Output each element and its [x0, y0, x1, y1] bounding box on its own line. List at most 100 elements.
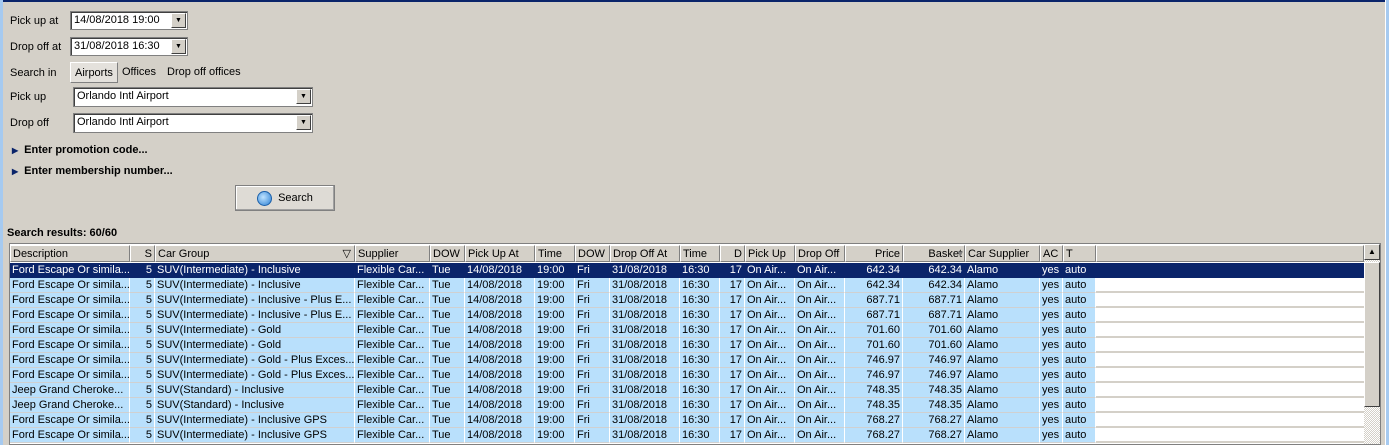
column-header-description[interactable]: Description [10, 245, 130, 262]
cell-pick-up: On Air... [745, 323, 795, 338]
cell-time: 16:30 [680, 398, 720, 413]
table-row[interactable]: Ford Escape Or simila... 5 SUV(Intermediat… [10, 428, 1364, 443]
column-header-dow[interactable]: DOW [430, 245, 465, 262]
cell-pick-up: On Air... [745, 338, 795, 353]
table-row[interactable]: Ford Escape Or simila... 5 SUV(Intermediat… [10, 413, 1364, 428]
row-filler [1096, 278, 1364, 293]
cell-transmission: auto [1063, 383, 1096, 398]
cell-dow: Tue [430, 308, 465, 323]
cell-drop-off-at: 31/08/2018 [610, 323, 680, 338]
column-header-days[interactable]: D [720, 245, 745, 262]
table-row[interactable]: Ford Escape Or simila... 5 SUV(Intermediat… [10, 353, 1364, 368]
cell-basket: 701.60 [903, 323, 965, 338]
cell-drop-off: On Air... [795, 398, 845, 413]
cell-car-group: SUV(Intermediate) - Inclusive GPS [155, 413, 355, 428]
column-header-pick-up-at[interactable]: Pick Up At [465, 245, 535, 262]
cell-car-group: SUV(Intermediate) - Gold - Plus Exces... [155, 353, 355, 368]
cell-ac: yes [1040, 413, 1063, 428]
column-header-pick-up[interactable]: Pick Up [745, 245, 795, 262]
dropoff-location-select[interactable]: Orlando Intl Airport ▼ [73, 113, 313, 133]
table-row[interactable]: Ford Escape Or simila... 5 SUV(Intermediat… [10, 263, 1364, 278]
pickup-location-value: Orlando Intl Airport [77, 90, 169, 102]
cell-drop-off: On Air... [795, 278, 845, 293]
dropoff-at-field[interactable]: 31/08/2018 16:30 ▼ [70, 37, 188, 56]
chevron-down-icon[interactable]: ▼ [171, 39, 186, 54]
table-row[interactable]: Jeep Grand Cheroke... 5 SUV(Standard) - In… [10, 383, 1364, 398]
column-header-transmission[interactable]: T [1063, 245, 1096, 262]
column-header-price[interactable]: Price [845, 245, 903, 262]
cell-dow: Fri [575, 338, 610, 353]
tab-drop-off-offices[interactable]: Drop off offices [163, 62, 245, 83]
chevron-down-icon[interactable]: ▼ [171, 13, 186, 28]
column-header-label: Time [683, 248, 708, 260]
cell-description: Ford Escape Or simila... [10, 293, 130, 308]
cell-drop-off: On Air... [795, 383, 845, 398]
column-header-dow[interactable]: DOW [575, 245, 610, 262]
column-header-car-group[interactable]: Car Group ▽ [155, 245, 355, 262]
cell-price: 642.34 [845, 263, 903, 278]
cell-supplier: Flexible Car... [355, 263, 430, 278]
window-left-border [0, 0, 3, 445]
cell-seats: 5 [130, 338, 155, 353]
cell-time: 16:30 [680, 338, 720, 353]
cell-price: 768.27 [845, 413, 903, 428]
cell-car-supplier: Alamo [965, 323, 1040, 338]
cell-pick-up-at: 14/08/2018 [465, 413, 535, 428]
cell-basket: 748.35 [903, 383, 965, 398]
scroll-up-icon[interactable]: ▲ [1364, 244, 1380, 260]
cell-basket: 768.27 [903, 428, 965, 443]
column-header-ac[interactable]: AC [1040, 245, 1063, 262]
scrollbar-thumb[interactable] [1364, 262, 1380, 407]
vertical-scrollbar[interactable]: ▲ [1364, 244, 1380, 444]
chevron-down-icon[interactable]: ▼ [296, 89, 311, 104]
promotion-code-expander[interactable]: ▶ Enter promotion code... [12, 144, 148, 156]
column-header-supplier[interactable]: Supplier [355, 245, 430, 262]
tab-offices[interactable]: Offices [118, 62, 160, 83]
cell-transmission: auto [1063, 398, 1096, 413]
cell-transmission: auto [1063, 338, 1096, 353]
table-row[interactable]: Jeep Grand Cheroke... 5 SUV(Standard) - In… [10, 398, 1364, 413]
cell-description: Ford Escape Or simila... [10, 263, 130, 278]
cell-price: 746.97 [845, 353, 903, 368]
row-filler [1096, 428, 1364, 443]
filter-icon[interactable]: ▽ [343, 247, 351, 260]
column-header-drop-off[interactable]: Drop Off [795, 245, 845, 262]
cell-car-supplier: Alamo [965, 383, 1040, 398]
tab-airports[interactable]: Airports [70, 62, 118, 83]
cell-ac: yes [1040, 263, 1063, 278]
pickup-location-select[interactable]: Orlando Intl Airport ▼ [73, 87, 313, 107]
cell-dow: Tue [430, 293, 465, 308]
table-row[interactable]: Ford Escape Or simila... 5 SUV(Intermediat… [10, 278, 1364, 293]
column-header-drop-off-at[interactable]: Drop Off At [610, 245, 680, 262]
table-row[interactable]: Ford Escape Or simila... 5 SUV(Intermediat… [10, 338, 1364, 353]
cell-drop-off: On Air... [795, 353, 845, 368]
cell-description: Jeep Grand Cheroke... [10, 383, 130, 398]
cell-dow: Fri [575, 368, 610, 383]
cell-time: 16:30 [680, 428, 720, 443]
cell-drop-off-at: 31/08/2018 [610, 398, 680, 413]
cell-pick-up-at: 14/08/2018 [465, 353, 535, 368]
pickup-at-field[interactable]: 14/08/2018 19:00 ▼ [70, 11, 188, 30]
table-row[interactable]: Ford Escape Or simila... 5 SUV(Intermediat… [10, 368, 1364, 383]
cell-supplier: Flexible Car... [355, 353, 430, 368]
table-row[interactable]: Ford Escape Or simila... 5 SUV(Intermediat… [10, 323, 1364, 338]
results-table[interactable]: Description S Car Group ▽ Supplier DOW Pick Up… [9, 243, 1381, 445]
column-header-time[interactable]: Time [535, 245, 575, 262]
cell-days: 17 [720, 413, 745, 428]
cell-dow: Fri [575, 263, 610, 278]
pickup-label: Pick up [10, 91, 47, 103]
column-header-time[interactable]: Time [680, 245, 720, 262]
chevron-down-icon[interactable]: ▼ [296, 115, 311, 130]
cell-price: 701.60 [845, 323, 903, 338]
table-row[interactable]: Ford Escape Or simila... 5 SUV(Intermediat… [10, 293, 1364, 308]
cell-pick-up: On Air... [745, 353, 795, 368]
cell-car-group: SUV(Intermediate) - Inclusive [155, 278, 355, 293]
column-header-seats[interactable]: S [130, 245, 155, 262]
cell-ac: yes [1040, 383, 1063, 398]
membership-number-expander[interactable]: ▶ Enter membership number... [12, 165, 173, 177]
table-row[interactable]: Ford Escape Or simila... 5 SUV(Intermediat… [10, 308, 1364, 323]
cell-seats: 5 [130, 308, 155, 323]
column-header-basket[interactable]: Basket ▾ [903, 245, 965, 262]
search-button[interactable]: Search [235, 185, 335, 211]
column-header-car-supplier[interactable]: Car Supplier [965, 245, 1040, 262]
